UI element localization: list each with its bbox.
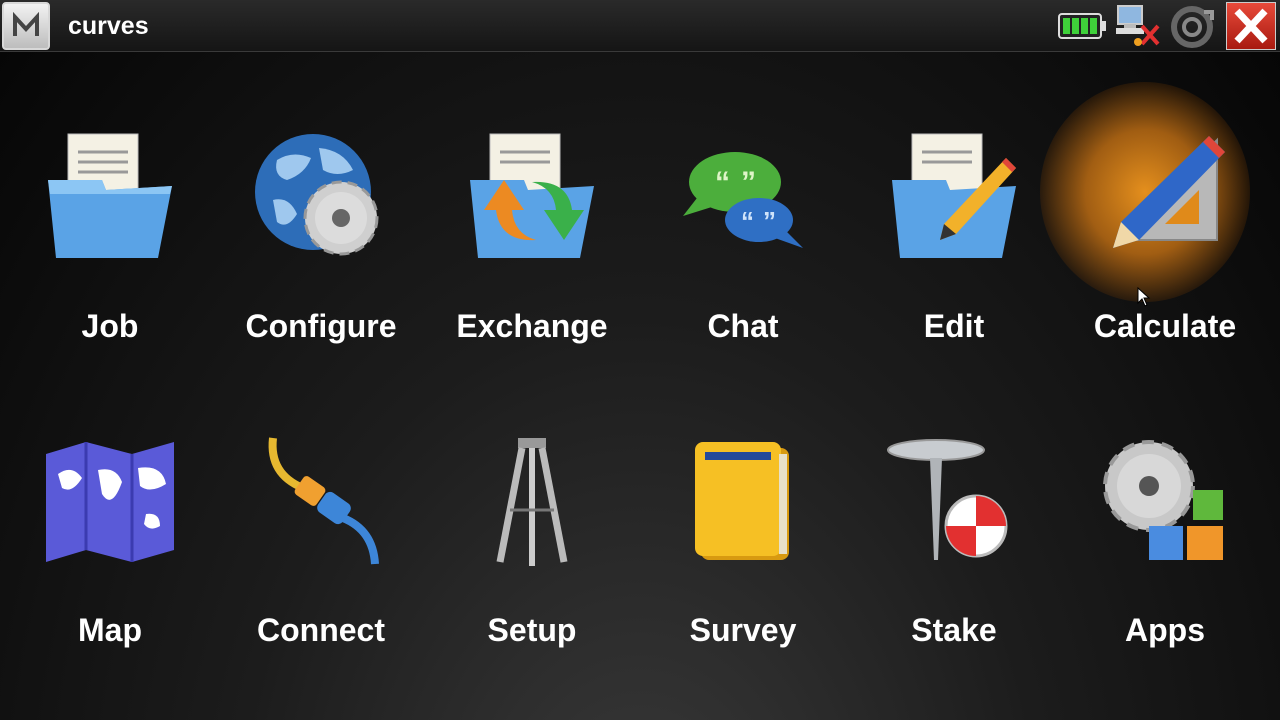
mouse-cursor-icon [1137,287,1151,307]
tile-edit[interactable]: Edit [849,60,1059,350]
svg-text:“: “ [741,206,754,236]
tile-connect[interactable]: Connect [216,364,426,654]
folder-document-icon [48,133,172,258]
notebook-icon [695,442,789,560]
tile-label: Map [78,612,142,648]
tile-map[interactable]: Map [5,364,215,654]
tile-label: Chat [707,308,779,344]
tile-label: Connect [257,612,385,648]
svg-text:”: ” [763,206,776,236]
cable-icon [268,437,379,565]
network-disconnected-icon[interactable] [1112,4,1162,48]
tile-apps[interactable]: Apps [1060,364,1270,654]
tile-setup[interactable]: Setup [427,364,637,654]
chat-bubbles-icon: “ ” “ ” [683,152,803,248]
tile-configure[interactable]: Configure [216,60,426,350]
svg-text:“: “ [715,166,730,199]
tile-label: Configure [245,308,397,344]
folder-pencil-icon [892,133,1016,258]
globe-gear-icon [255,134,379,256]
tile-label: Stake [911,612,997,648]
tile-label: Exchange [456,308,608,344]
close-button[interactable] [1226,2,1276,50]
close-icon [1234,8,1268,44]
pencil-ruler-icon [1113,136,1225,248]
tile-label: Setup [487,612,577,648]
tile-label: Apps [1125,612,1205,648]
title-bar: curves [0,0,1280,52]
gear-blocks-icon [1103,440,1223,560]
tile-label: Calculate [1093,308,1237,344]
tile-exchange[interactable]: Exchange [427,60,637,350]
app-grid: Job Configure Exchange “ ” “ ” Chat Edit… [0,60,1280,720]
sync-icon[interactable] [1168,4,1216,50]
tile-survey[interactable]: Survey [638,364,848,654]
svg-text:”: ” [741,166,756,199]
tile-label: Job [81,308,139,344]
tile-label: Survey [689,612,797,648]
main-menu-button[interactable] [2,2,50,50]
tile-calculate[interactable]: Calculate [1060,60,1270,350]
tile-stake[interactable]: Stake [849,364,1059,654]
map-icon [46,442,174,562]
folder-exchange-icon [470,133,594,258]
tripod-icon [496,438,568,566]
m-logo-icon [13,12,39,36]
tile-label: Edit [923,308,985,344]
tile-job[interactable]: Job [5,60,215,350]
window-title: curves [68,12,149,40]
tile-chat[interactable]: “ ” “ ” Chat [638,60,848,350]
battery-icon[interactable] [1058,12,1108,40]
stake-marker-icon [887,439,1008,560]
